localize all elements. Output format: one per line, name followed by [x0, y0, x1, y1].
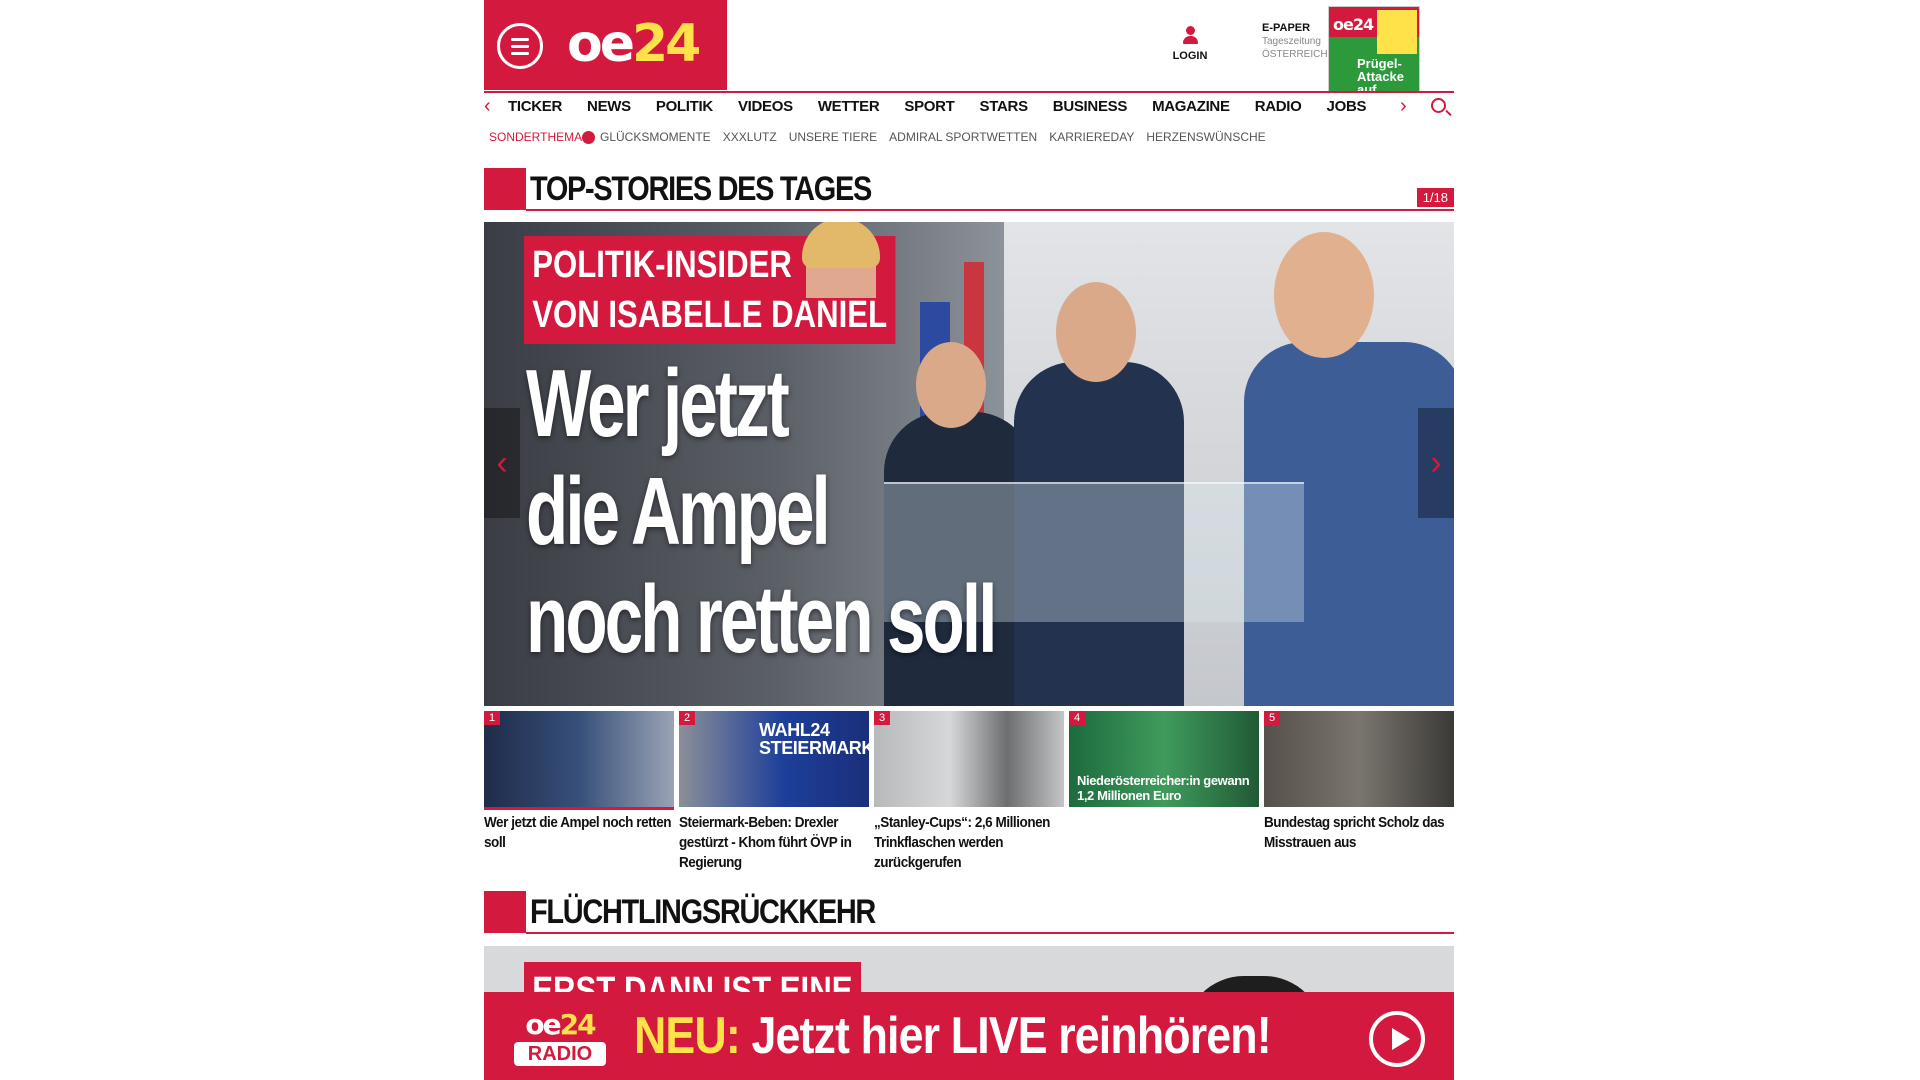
- special-topics-label: SONDERTHEMA:: [489, 130, 586, 144]
- nav-item-stars[interactable]: STARS: [980, 98, 1029, 115]
- story-thumb[interactable]: 3 „Stanley-Cups“: 2,6 Millionen Trinkfla…: [874, 711, 1064, 873]
- login-button[interactable]: LOGIN: [1160, 26, 1220, 62]
- section-marker: [484, 891, 526, 933]
- thumb-overlay: Niederösterreicher:in gewann 1,2 Million…: [1077, 773, 1250, 803]
- top-stories-header: TOP-STORIES DES TAGES 1/18: [484, 168, 1454, 212]
- search-icon[interactable]: [1431, 98, 1446, 113]
- nav-item-videos[interactable]: VIDEOS: [738, 98, 793, 115]
- epaper-sub2: ÖSTERREICH: [1262, 49, 1328, 60]
- hamburger-menu-icon[interactable]: [497, 23, 543, 69]
- story-thumb[interactable]: 4 Niederösterreicher:in gewann 1,2 Milli…: [1069, 711, 1259, 813]
- epaper-cover-headline: Prügel-Attacke auf Rapid-Star: [1357, 56, 1404, 92]
- radio-new-label: NEU:: [634, 1007, 741, 1065]
- oe24-radio-logo: oe24 RADIO: [514, 1010, 606, 1074]
- nav-list: TICKER NEWS POLITIK VIDEOS WETTER SPORT …: [508, 98, 1391, 115]
- epaper-link[interactable]: E-PAPER Tageszeitung ÖSTERREICH: [1262, 22, 1328, 61]
- nav-item-magazine[interactable]: MAGAZINE: [1152, 98, 1230, 115]
- thumb-caption: Steiermark-Beben: Drexler gestürzt - Kho…: [679, 814, 852, 871]
- thumb-image: 1: [484, 711, 674, 807]
- section-marker: [484, 168, 526, 210]
- radio-banner-text: NEU: Jetzt hier LIVE reinhören!: [634, 1006, 1272, 1066]
- nav-scroll-left-icon[interactable]: ‹: [484, 95, 491, 118]
- thumb-image: 4 Niederösterreicher:in gewann 1,2 Milli…: [1069, 711, 1259, 807]
- thumb-number: 2: [679, 711, 696, 725]
- hero-headline-line2: die Ampel: [526, 458, 831, 565]
- thumb-image: 5: [1264, 711, 1454, 807]
- logo-text-oe: oe: [567, 14, 635, 74]
- story-thumb[interactable]: 2 WAHL24 STEIERMARK Steiermark-Beben: Dr…: [679, 711, 869, 873]
- play-icon[interactable]: [1369, 1011, 1425, 1067]
- topic-admiral-sportwetten[interactable]: ADMIRAL SPORTWETTEN: [889, 130, 1037, 144]
- topic-unsere-tiere[interactable]: UNSERE TIERE: [789, 130, 877, 144]
- logo-block: oe24: [484, 0, 727, 90]
- special-topics-bar: SONDERTHEMA: GLÜCKSMOMENTE XXXLUTZ UNSER…: [484, 130, 1454, 148]
- slider-next-icon[interactable]: ›: [1418, 408, 1454, 518]
- hero-headline[interactable]: Wer jetzt die Ampel noch retten soll: [526, 350, 997, 674]
- section-underline: [526, 209, 1454, 211]
- page: oe24 LOGIN E-PAPER Tageszeitung ÖSTERREI…: [0, 0, 1920, 1080]
- thumb-caption: „Stanley-Cups“: 2,6 Millionen Trinkflasc…: [874, 814, 1050, 871]
- logo-text-24: 24: [632, 14, 701, 74]
- epaper-cover-image[interactable]: oe24 Prügel-Attacke auf Rapid-Star: [1328, 6, 1420, 92]
- story-thumbnails: 1 Wer jetzt die Ampel noch retten soll 2…: [484, 711, 1454, 881]
- slide-counter: 1/18: [1416, 188, 1454, 207]
- hero-slide[interactable]: POLITIK-INSIDER VON ISABELLE DANIEL Wer …: [484, 222, 1454, 706]
- oe24-logo[interactable]: oe24: [567, 14, 701, 74]
- hero-headline-line1: Wer jetzt: [526, 350, 790, 457]
- radio-logo-24: 24: [559, 1008, 597, 1041]
- epaper-title: E-PAPER: [1262, 22, 1311, 34]
- thumb-overlay: WAHL24 STEIERMARK: [759, 720, 869, 758]
- nav-item-business[interactable]: BUSINESS: [1053, 98, 1128, 115]
- refugee-return-header: FLÜCHTLINGSRÜCKKEHR: [484, 891, 1454, 935]
- story-thumb[interactable]: 1 Wer jetzt die Ampel noch retten soll: [484, 711, 674, 853]
- story-thumb[interactable]: 5 Bundestag spricht Scholz das Misstraue…: [1264, 711, 1454, 853]
- nav-item-wetter[interactable]: WETTER: [818, 98, 880, 115]
- thumb-image: 2 WAHL24 STEIERMARK: [679, 711, 869, 807]
- nav-item-politik[interactable]: POLITIK: [656, 98, 713, 115]
- nav-item-radio[interactable]: RADIO: [1255, 98, 1302, 115]
- main-nav: ‹ TICKER NEWS POLITIK VIDEOS WETTER SPOR…: [484, 91, 1454, 121]
- epaper-cover-logo: oe24: [1333, 15, 1374, 34]
- topic-karriereday[interactable]: KARRIEREDAY: [1049, 130, 1134, 144]
- thumb-number: 3: [874, 711, 891, 725]
- epaper-cover-teaser: [1377, 10, 1417, 54]
- login-label: LOGIN: [1172, 50, 1208, 62]
- section-title: FLÜCHTLINGSRÜCKKEHR: [530, 893, 876, 931]
- content-column: oe24 LOGIN E-PAPER Tageszeitung ÖSTERREI…: [484, 0, 1454, 1080]
- epaper-sub1: Tageszeitung: [1262, 36, 1321, 47]
- thumb-number: 1: [484, 711, 501, 725]
- nav-item-news[interactable]: NEWS: [587, 98, 631, 115]
- section-underline: [526, 932, 1454, 934]
- active-indicator: [484, 807, 674, 810]
- gluecksmomente-icon: [582, 131, 595, 144]
- topic-gluecksmomente[interactable]: GLÜCKSMOMENTE: [600, 130, 711, 144]
- nav-item-ticker[interactable]: TICKER: [508, 98, 562, 115]
- nav-item-sport[interactable]: SPORT: [904, 98, 954, 115]
- radio-live-banner[interactable]: oe24 RADIO NEU: Jetzt hier LIVE reinhöre…: [484, 992, 1454, 1080]
- topic-xxxlutz[interactable]: XXXLUTZ: [723, 130, 777, 144]
- topic-herzenswuensche[interactable]: HERZENSWÜNSCHE: [1146, 130, 1265, 144]
- thumb-caption: Wer jetzt die Ampel noch retten soll: [484, 814, 672, 851]
- radio-cta-text: Jetzt hier LIVE reinhören!: [751, 1007, 1271, 1065]
- radio-logo-label: RADIO: [514, 1042, 606, 1066]
- special-topics-list: GLÜCKSMOMENTE XXXLUTZ UNSERE TIERE ADMIR…: [600, 130, 1278, 144]
- header: oe24 LOGIN E-PAPER Tageszeitung ÖSTERREI…: [484, 0, 1454, 92]
- author-portrait: [802, 222, 880, 298]
- nav-scroll-right-icon[interactable]: ›: [1400, 95, 1407, 118]
- thumb-image: 3: [874, 711, 1064, 807]
- thumb-number: 5: [1264, 711, 1281, 725]
- slider-prev-icon[interactable]: ‹: [484, 408, 520, 518]
- hero-head-right: [1274, 232, 1374, 358]
- radio-logo-oe: oe: [525, 1008, 561, 1041]
- user-icon: [1183, 26, 1198, 46]
- hero-headline-line3: noch retten soll: [526, 566, 997, 673]
- thumb-caption: Bundestag spricht Scholz das Misstrauen …: [1264, 814, 1445, 851]
- thumb-number: 4: [1069, 711, 1086, 725]
- nav-item-jobs[interactable]: JOBS: [1327, 98, 1367, 115]
- section-title: TOP-STORIES DES TAGES: [530, 170, 872, 208]
- hero-head-center: [1056, 282, 1136, 382]
